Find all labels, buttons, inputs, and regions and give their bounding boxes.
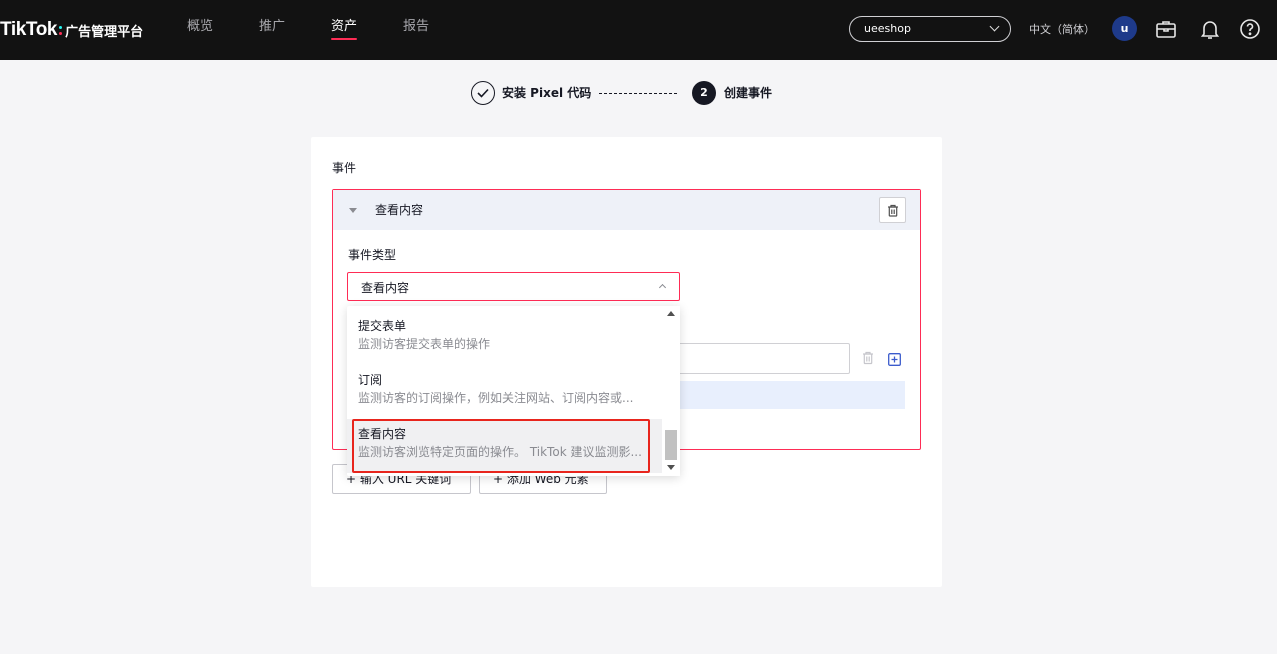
account-selector[interactable]: ueeshop [849, 16, 1011, 42]
step-1-label: 安装 Pixel 代码 [502, 86, 592, 100]
account-name: ueeshop [864, 22, 911, 35]
nav-item-promotion[interactable]: 推广 [259, 0, 285, 60]
section-label: 事件 [332, 161, 357, 175]
event-type-label: 事件类型 [348, 248, 397, 262]
collapse-caret-icon[interactable] [349, 208, 357, 213]
event-type-dropdown: 提交表单 监测访客提交表单的操作 订阅 监测访客的订阅操作，例如关注网站、订阅内… [347, 306, 680, 476]
user-avatar[interactable]: u [1112, 16, 1137, 41]
bell-icon[interactable] [1198, 17, 1222, 41]
step-2-number: 2 [692, 81, 716, 105]
nav-item-overview[interactable]: 概览 [187, 0, 213, 60]
option-submit-form[interactable]: 提交表单 监测访客提交表单的操作 [347, 306, 663, 360]
scroll-up-arrow-icon[interactable] [667, 311, 675, 316]
help-icon[interactable] [1238, 17, 1262, 41]
option-title: 提交表单 [358, 319, 407, 333]
logo-brand: TikTok [0, 19, 58, 40]
option-description: 监测访客提交表单的操作 [358, 337, 491, 351]
dropdown-scrollbar[interactable] [662, 306, 680, 476]
nav-item-assets[interactable]: 资产 [331, 0, 358, 60]
logo-subtitle: 广告管理平台 [65, 24, 144, 40]
logo-dot [59, 31, 63, 35]
nav-item-reports[interactable]: 报告 [403, 0, 429, 60]
option-description: 监测访客浏览特定页面的操作。 TikTok 建议监测影... [358, 445, 642, 459]
option-title: 查看内容 [358, 427, 407, 441]
delete-event-button[interactable] [879, 197, 906, 223]
add-condition-icon[interactable] [888, 351, 901, 370]
briefcase-icon[interactable] [1154, 17, 1178, 41]
option-description: 监测访客的订阅操作，例如关注网站、订阅内容或... [358, 391, 634, 405]
event-type-value: 查看内容 [361, 281, 410, 295]
top-nav-bar: TikTok 广告管理平台 概览 推广 资产 报告 ueeshop 中文（简体）… [0, 0, 1277, 60]
option-subscribe[interactable]: 订阅 监测访客的订阅操作，例如关注网站、订阅内容或... [347, 360, 663, 414]
step-connector [599, 93, 677, 94]
chevron-down-icon [989, 21, 1000, 32]
event-title: 查看内容 [375, 203, 424, 217]
tiktok-logo[interactable]: TikTok 广告管理平台 [0, 17, 143, 43]
info-banner [670, 381, 905, 409]
trash-icon [888, 204, 898, 217]
chevron-up-icon [658, 283, 667, 292]
option-title: 订阅 [358, 373, 383, 387]
event-type-select[interactable]: 查看内容 [347, 272, 680, 301]
option-view-content[interactable]: 查看内容 监测访客浏览特定页面的操作。 TikTok 建议监测影... [347, 419, 663, 473]
url-keyword-input[interactable] [670, 343, 850, 374]
trash-icon[interactable] [862, 350, 874, 369]
step-1-check-icon [471, 81, 495, 105]
language-switcher[interactable]: 中文（简体） [1029, 21, 1095, 37]
step-2-label: 创建事件 [724, 86, 773, 100]
scroll-down-arrow-icon[interactable] [667, 465, 675, 470]
scrollbar-thumb[interactable] [665, 430, 677, 460]
main-nav: 概览 推广 资产 报告 [187, 0, 475, 60]
